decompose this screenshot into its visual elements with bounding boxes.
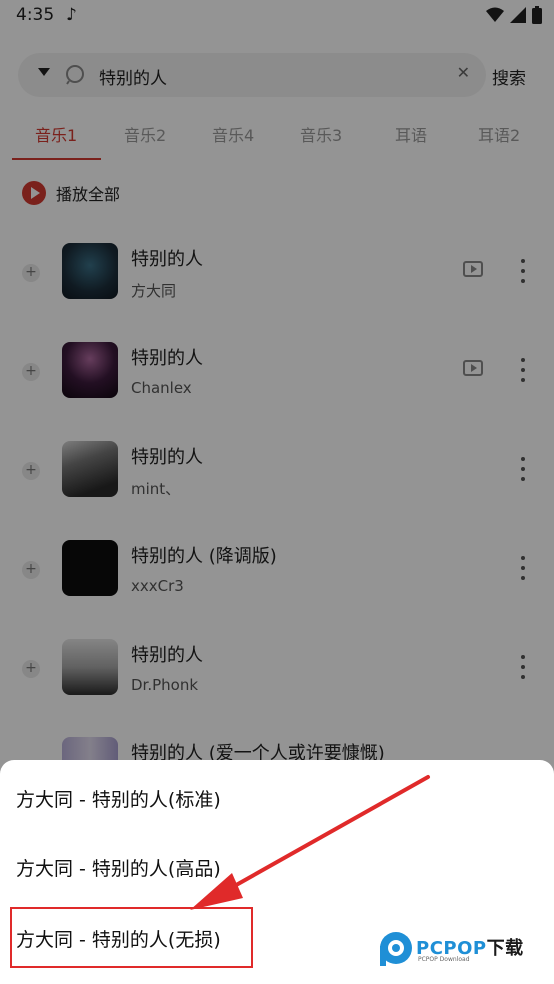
- watermark-subtext: PCPOP Download: [418, 956, 470, 963]
- watermark: PCPOP下载 PCPOP Download: [378, 930, 548, 970]
- quality-option-high[interactable]: 方大同 - 特别的人(高品): [16, 854, 221, 881]
- highlight-annotation-box: [10, 907, 253, 968]
- watermark-suffix: 下载: [486, 938, 524, 959]
- pcpop-logo-icon: [380, 932, 412, 966]
- quality-option-standard[interactable]: 方大同 - 特别的人(标准): [16, 785, 221, 812]
